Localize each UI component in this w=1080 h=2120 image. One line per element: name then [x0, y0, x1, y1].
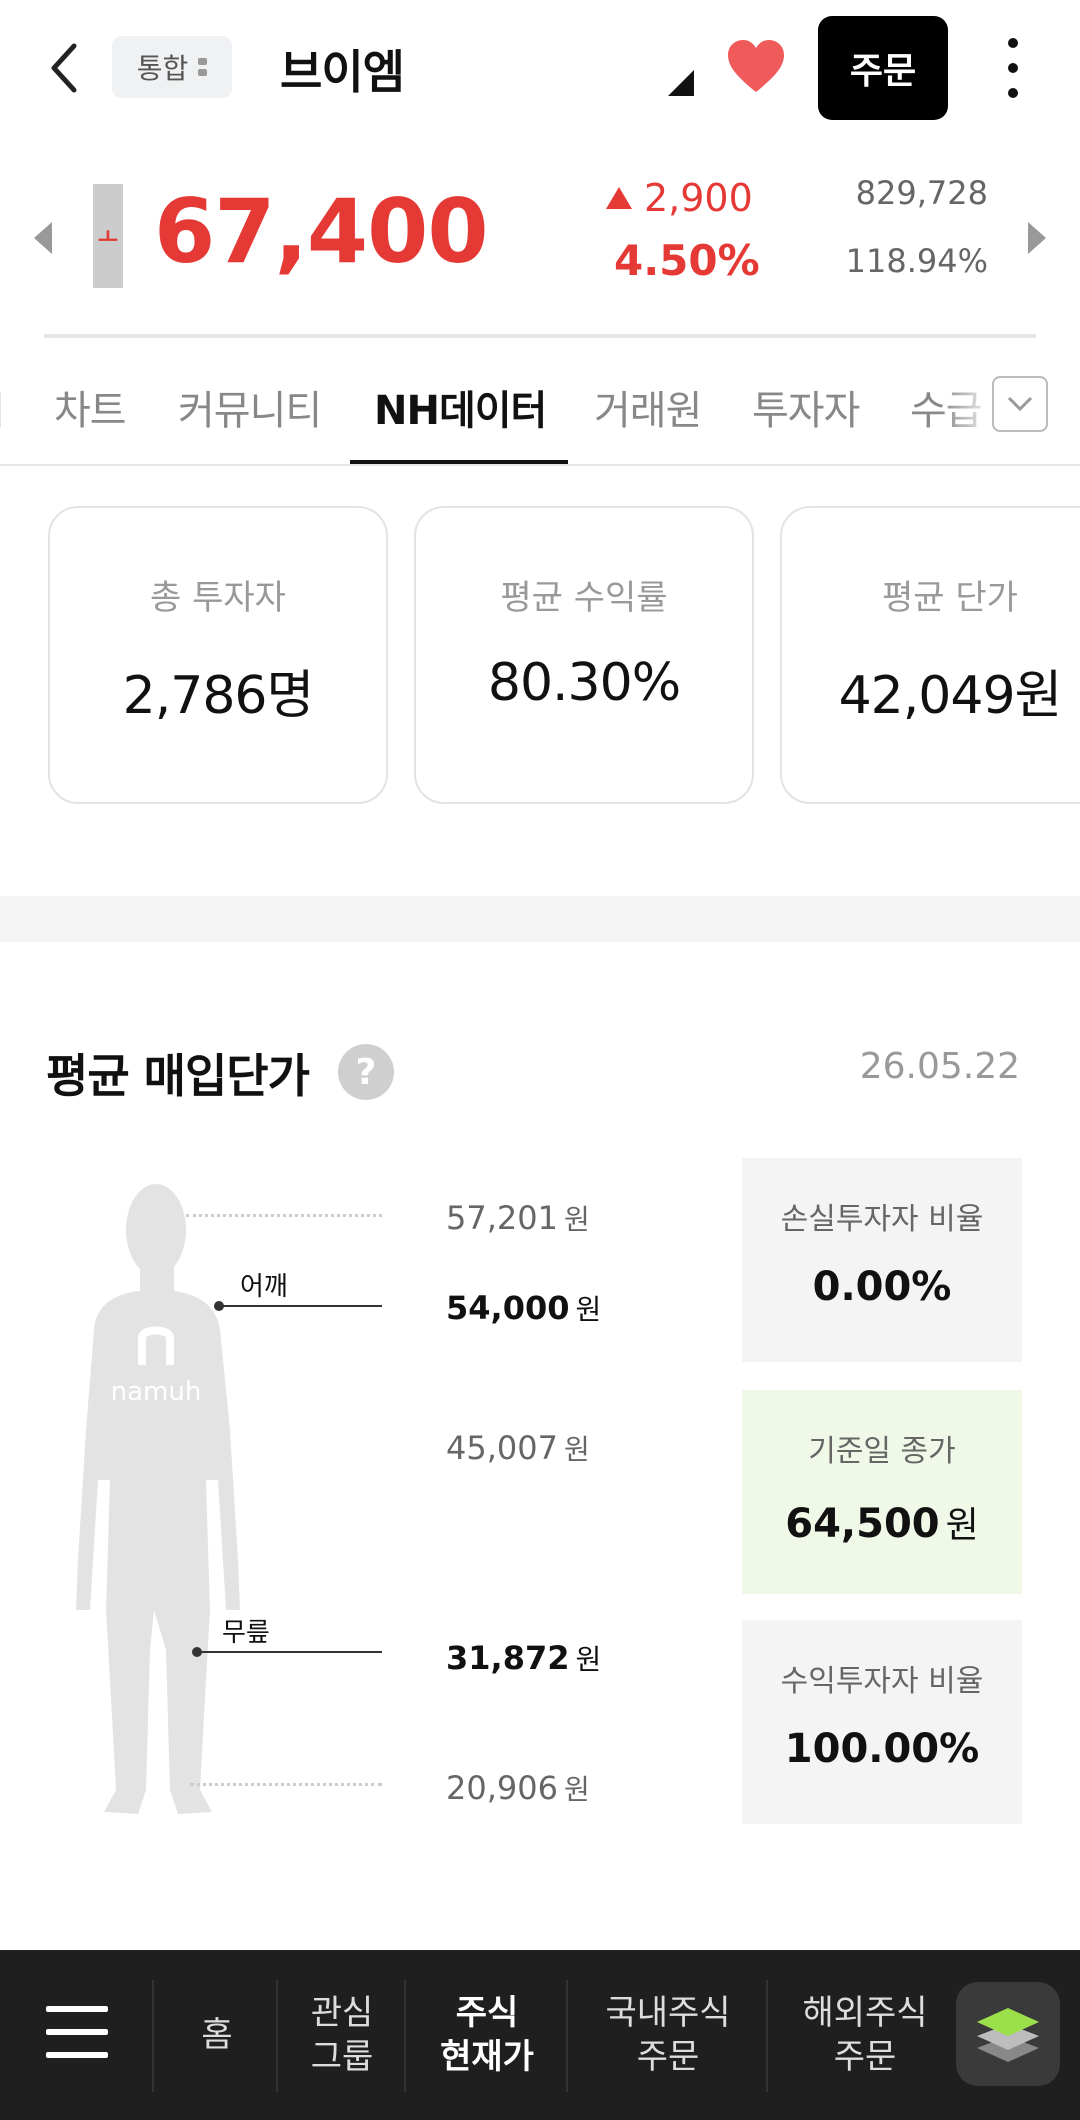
- limit-marker: ㅗ: [97, 226, 119, 251]
- back-arrow-icon[interactable]: [44, 40, 88, 96]
- expand-tabs-button[interactable]: [992, 376, 1048, 432]
- tab-brokers[interactable]: 거래원: [594, 378, 702, 436]
- volume-rate: 118.94%: [845, 242, 988, 280]
- section-divider: [0, 896, 1080, 942]
- card-label: 평균 단가: [882, 578, 1018, 618]
- avg-price-card: 평균 단가 42,049원: [780, 506, 1080, 804]
- next-stock-arrow-icon[interactable]: [1028, 222, 1046, 254]
- close-price-label: 기준일 종가: [808, 1434, 956, 1469]
- close-price-box: 기준일 종가 64,500 원: [742, 1390, 1022, 1594]
- card-value: 2,786명: [122, 666, 315, 726]
- nav-separator: [766, 1980, 768, 2092]
- top-dotted-line: [186, 1214, 382, 1217]
- app-header: 통합 브이엠 주문: [0, 0, 1080, 140]
- more-menu-icon[interactable]: [998, 38, 1028, 98]
- price-limit-bar: ㅗ: [93, 184, 123, 288]
- change-amount-value: 2,900: [644, 176, 753, 220]
- price-level-top: 57,201 원: [446, 1199, 590, 1237]
- favorite-heart-icon[interactable]: [726, 38, 786, 94]
- tab-chart[interactable]: 차트: [54, 378, 127, 436]
- nav-watch-group[interactable]: 관심 그룹: [280, 1950, 404, 2120]
- prev-stock-arrow-icon[interactable]: [34, 222, 52, 254]
- tab-partial-left[interactable]: ㅣ: [0, 378, 17, 436]
- up-triangle-icon: [606, 187, 632, 209]
- nav-home[interactable]: 홈: [160, 1950, 274, 2120]
- layers-icon: [977, 2008, 1039, 2062]
- avg-return-card: 평균 수익률 80.30%: [414, 506, 754, 804]
- combo-label: 통합: [136, 52, 189, 85]
- price-level-shoulder: 54,000 원: [446, 1289, 602, 1327]
- nav-stock-quote[interactable]: 주식 현재가: [408, 1950, 566, 2120]
- loss-ratio-label: 손실투자자 비율: [780, 1202, 984, 1237]
- market-combo-toggle[interactable]: 통합: [112, 36, 232, 98]
- help-question-icon[interactable]: ?: [338, 1044, 394, 1100]
- order-button[interactable]: 주문: [818, 16, 948, 120]
- total-investors-card: 총 투자자 2,786명: [48, 506, 388, 804]
- profit-ratio-value: 100.00%: [784, 1726, 980, 1772]
- nav-domestic-order[interactable]: 국내주식 주문: [570, 1950, 766, 2120]
- nav-separator: [152, 1980, 154, 2092]
- quote-row: ㅗ 67,400 2,900 4.50% 829,728 118.94%: [0, 170, 1080, 310]
- base-date: 26.05.22: [859, 1046, 1020, 1087]
- price-change: 2,900: [606, 176, 753, 220]
- profit-investor-ratio-box: 수익투자자 비율 100.00%: [742, 1620, 1022, 1824]
- price-level-knee: 31,872 원: [446, 1639, 602, 1677]
- human-body-figure: namuh: [76, 1184, 240, 1814]
- stock-name[interactable]: 브이엠: [280, 36, 405, 102]
- hamburger-menu-icon[interactable]: [46, 2006, 108, 2058]
- close-price-value: 64,500 원: [785, 1501, 979, 1547]
- shoulder-label: 어깨: [240, 1272, 288, 1302]
- card-label: 평균 수익률: [500, 578, 668, 618]
- price-level-bottom: 20,906 원: [446, 1769, 590, 1807]
- tab-bar: ㅣ 차트 커뮤니티 NH데이터 거래원 투자자 수급: [0, 340, 1080, 466]
- nav-overseas-order[interactable]: 해외주식 주문: [770, 1950, 960, 2120]
- current-price: 67,400: [154, 180, 489, 283]
- knee-label: 무릎: [222, 1618, 270, 1648]
- trade-volume: 829,728: [855, 174, 988, 212]
- summary-cards: 총 투자자 2,786명 평균 수익률 80.30% 평균 단가 42,049원: [0, 506, 1080, 806]
- loss-investor-ratio-box: 손실투자자 비율 0.00%: [742, 1158, 1022, 1362]
- nav-separator: [276, 1980, 278, 2092]
- knee-leader-line: [192, 1647, 382, 1657]
- change-rate: 4.50%: [614, 236, 760, 285]
- layers-button[interactable]: [956, 1982, 1060, 2086]
- nav-separator: [404, 1980, 406, 2092]
- bottom-dotted-line: [190, 1783, 382, 1786]
- card-value: 42,049원: [838, 666, 1063, 726]
- price-level-average: 45,007 원: [446, 1429, 590, 1467]
- tab-community[interactable]: 커뮤니티: [178, 378, 322, 436]
- tab-investors[interactable]: 투자자: [752, 378, 860, 436]
- nav-separator: [566, 1980, 568, 2092]
- section-title: 평균 매입단가: [46, 1049, 310, 1103]
- figure-brand: namuh: [111, 1377, 202, 1407]
- tab-nh-data[interactable]: NH데이터: [374, 378, 547, 436]
- shoulder-leader-line: [214, 1301, 382, 1311]
- bottom-navigation: 홈 관심 그룹 주식 현재가 국내주식 주문 해외주식 주문: [0, 1950, 1080, 2120]
- chevron-down-icon: [1007, 396, 1033, 412]
- loss-ratio-value: 0.00%: [812, 1264, 952, 1310]
- card-label: 총 투자자: [150, 578, 286, 618]
- toggle-dots-icon: [198, 58, 208, 76]
- profit-ratio-label: 수익투자자 비율: [780, 1664, 984, 1699]
- dropdown-corner-icon[interactable]: [668, 70, 694, 96]
- card-value: 80.30%: [487, 653, 681, 713]
- active-tab-indicator: [350, 460, 568, 464]
- divider: [44, 334, 1036, 338]
